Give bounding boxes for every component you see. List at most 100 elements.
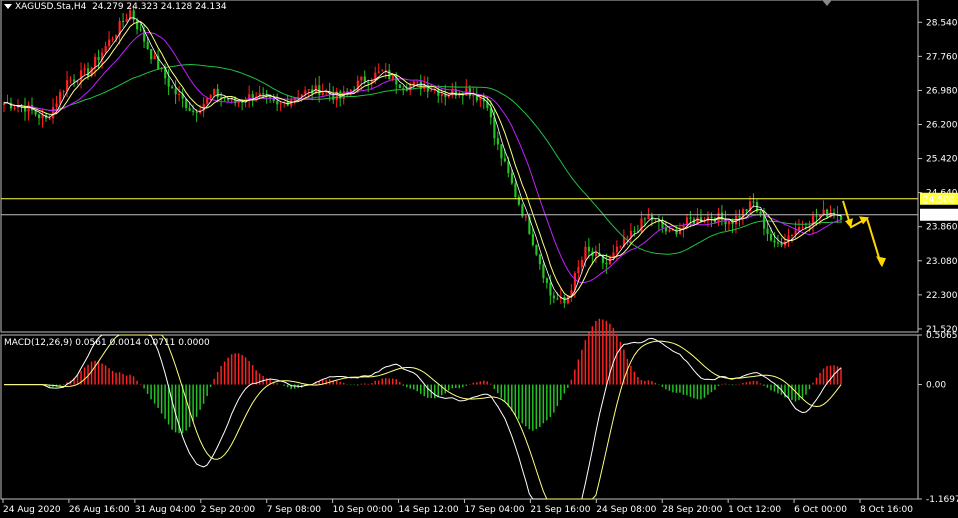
candle-body	[790, 234, 794, 236]
macd-tick-label: 0.00	[926, 381, 946, 391]
candle-body	[745, 209, 748, 212]
candle-body	[111, 38, 114, 40]
candle-body	[626, 236, 629, 238]
scroll-marker-icon[interactable]	[822, 0, 832, 6]
candle-body	[710, 216, 713, 219]
candle-body	[580, 259, 584, 267]
candle-body	[206, 97, 209, 104]
candle-body	[493, 117, 496, 139]
candle-body	[563, 296, 566, 304]
candle-body	[52, 107, 55, 119]
forecast-arrowhead-icon	[876, 256, 886, 268]
time-tick-label: 10 Sep 00:00	[333, 505, 393, 515]
candle-body	[188, 108, 191, 111]
price-tick-label: 26.980	[926, 86, 958, 96]
candle-body	[503, 158, 506, 162]
candle-body	[59, 92, 62, 104]
candle-body	[437, 89, 440, 96]
candle-body	[381, 70, 384, 72]
candle-body	[349, 89, 352, 92]
candle-body	[514, 183, 517, 197]
macd-signal-line	[4, 334, 842, 500]
candle-body	[643, 218, 647, 220]
candle-body	[94, 56, 97, 68]
candle-body	[650, 214, 654, 221]
forecast-arrow-path	[842, 200, 882, 265]
time-tick-label: 1 Oct 12:00	[728, 505, 781, 515]
candle-body	[241, 101, 244, 103]
candle-body	[216, 88, 219, 98]
chart-menu-triangle-icon[interactable]	[4, 4, 12, 9]
candle-body	[647, 214, 650, 220]
candle-body	[139, 29, 142, 31]
candle-body	[769, 233, 773, 241]
price-tick-label: 22.300	[926, 291, 958, 301]
price-tick-label: 28.540	[926, 18, 958, 28]
price-tick-label: 23.080	[926, 257, 958, 267]
candle-body	[633, 230, 636, 232]
candle-body	[479, 98, 482, 101]
time-tick-label: 8 Oct 16:00	[860, 505, 913, 515]
candle-body	[766, 228, 769, 234]
candle-body	[55, 103, 58, 108]
candle-body	[195, 111, 198, 113]
candle-body	[108, 39, 111, 47]
time-tick-label: 14 Sep 12:00	[399, 505, 459, 515]
candle-body	[104, 46, 107, 53]
candle-body	[48, 118, 51, 120]
time-tick-label: 26 Aug 16:00	[69, 505, 130, 515]
candle-body	[153, 55, 156, 60]
candle-body	[780, 243, 783, 246]
candle-body	[689, 217, 692, 219]
candle-body	[13, 107, 16, 109]
time-tick-label: 2 Sep 20:00	[201, 505, 256, 515]
candle-body	[566, 295, 570, 304]
candle-body	[430, 90, 433, 92]
macd-pane-frame	[0, 334, 919, 500]
candle-body	[584, 246, 587, 260]
candle-body	[640, 218, 643, 232]
candle-body	[10, 102, 13, 109]
candle-body	[192, 110, 195, 112]
candle-body	[307, 89, 310, 91]
candle-body	[587, 246, 591, 252]
candle-body	[535, 244, 538, 255]
candle-body	[304, 90, 307, 95]
candle-body	[577, 266, 580, 274]
time-tick-label: 24 Sep 08:00	[596, 505, 656, 515]
candle-body	[174, 88, 177, 95]
candle-body	[276, 100, 279, 105]
time-tick-label: 6 Oct 00:00	[794, 505, 847, 515]
candle-body	[752, 201, 755, 203]
price-tick-label: 23.860	[926, 223, 958, 233]
candle-body	[73, 79, 76, 82]
candle-body	[500, 144, 503, 159]
candle-body	[545, 278, 549, 283]
candle-body	[531, 233, 535, 245]
candle-body	[150, 48, 153, 60]
candle-body	[213, 88, 216, 96]
candle-body	[83, 68, 86, 71]
candle-body	[87, 68, 90, 77]
candle-body	[594, 252, 598, 257]
time-tick-label: 21 Sep 16:00	[530, 505, 590, 515]
candle-body	[619, 246, 622, 248]
candle-body	[472, 94, 475, 97]
time-tick-label: 7 Sep 08:00	[267, 505, 322, 515]
candle-body	[615, 246, 619, 253]
candle-body	[332, 94, 335, 100]
macd-tick-label: -1.1697	[926, 495, 958, 505]
price-pane-frame	[0, 0, 919, 333]
candle-body	[62, 91, 65, 93]
candle-body	[440, 94, 443, 96]
resistance-level-label: 24.500	[923, 195, 955, 205]
time-tick-label: 24 Aug 2020	[3, 505, 61, 515]
candle-body	[178, 94, 181, 96]
candle-body	[605, 263, 608, 265]
candle-body	[262, 93, 265, 95]
ma-slow-line	[3, 63, 841, 255]
candle-body	[122, 20, 125, 22]
candle-body	[80, 70, 83, 82]
candle-body	[377, 71, 380, 73]
ma-mid-line	[3, 31, 842, 284]
